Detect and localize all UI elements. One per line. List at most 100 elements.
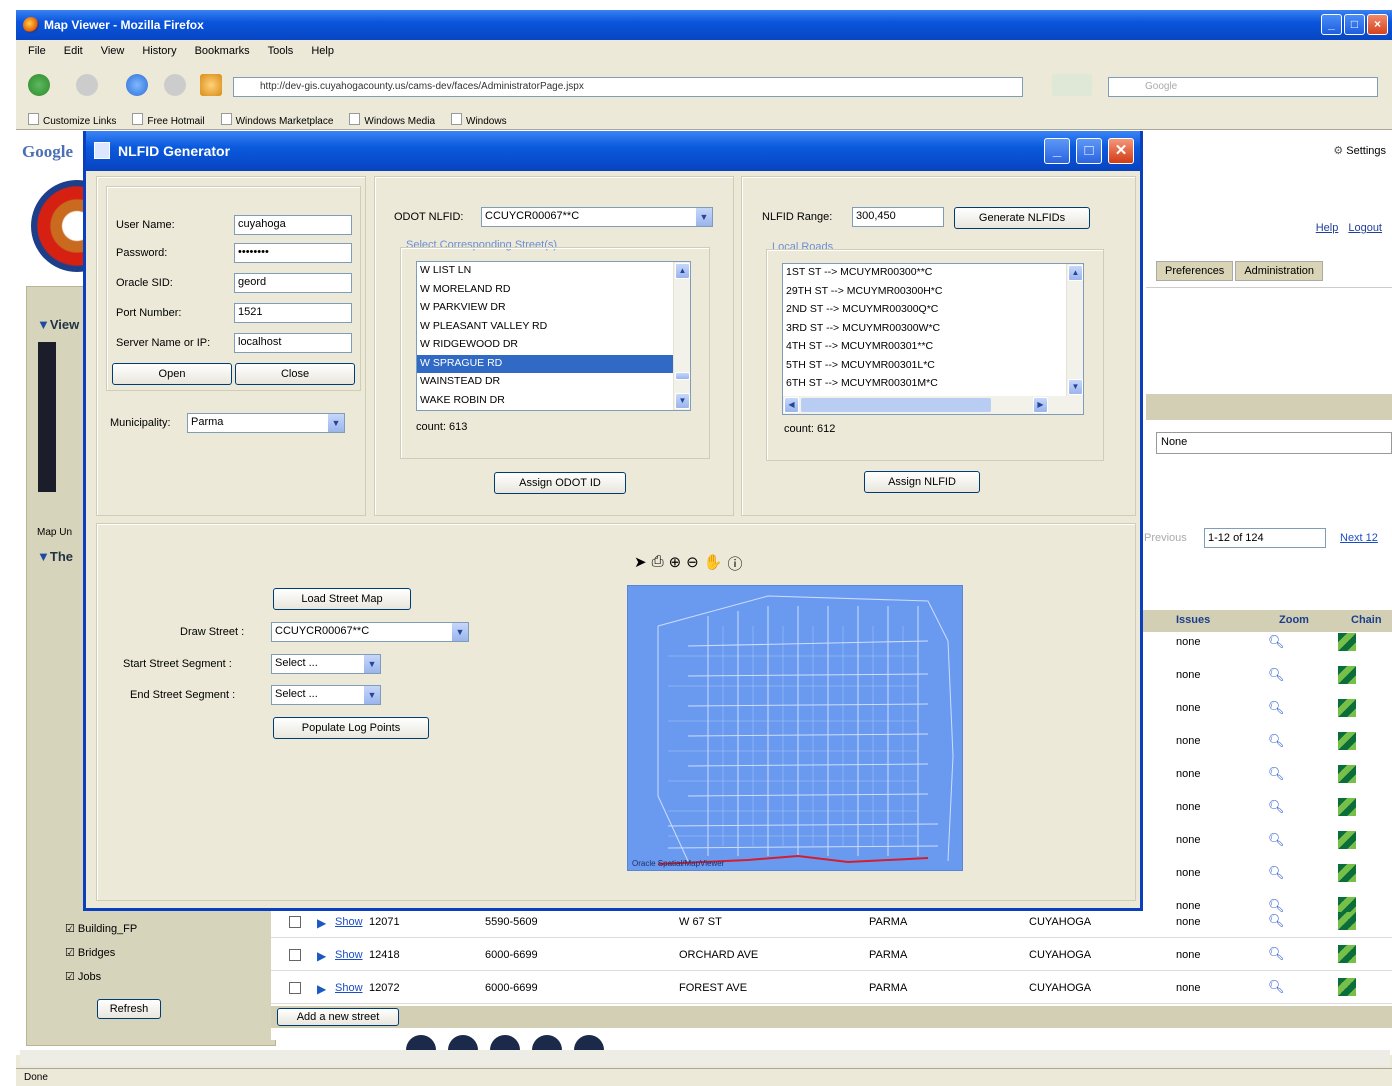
pager-next[interactable]: Next 12 [1340,532,1378,544]
municipality-select[interactable]: Parma ▼ [187,413,345,433]
link-marketplace[interactable]: Windows Marketplace [221,113,334,129]
list-item[interactable]: W PLEASANT VALLEY RD [417,318,690,337]
home-icon[interactable] [200,74,222,96]
row-checkbox[interactable] [289,949,301,961]
chain-icon[interactable] [1338,765,1356,783]
chain-header[interactable]: Chain [1351,614,1382,626]
link-customize[interactable]: Customize Links [28,113,116,129]
forward-icon[interactable] [76,74,98,96]
dialog-close-icon[interactable]: ✕ [1108,138,1134,164]
list-item[interactable]: W RIDGEWOOD DR [417,336,690,355]
chain-icon[interactable] [1338,633,1356,651]
pointer-icon[interactable]: ➤ [634,553,647,574]
oracle-sid-field[interactable]: geord [234,273,352,293]
chain-icon[interactable] [1338,945,1356,963]
close-button[interactable]: Close [235,363,355,385]
view-section-header[interactable]: ▼View [37,317,79,332]
zoom-icon[interactable]: 🔍︎ [1268,799,1285,815]
list-item[interactable]: 3RD ST --> MCUYMR00300W*C [783,320,1083,339]
chain-icon[interactable] [1338,912,1356,930]
list-item[interactable]: 6TH ST --> MCUYMR00301M*C [783,375,1083,394]
zoom-icon[interactable]: 🔍︎ [1268,913,1285,929]
reload-icon[interactable] [126,74,148,96]
scroll-down-icon[interactable]: ▼ [675,393,690,409]
list-item[interactable]: 2ND ST --> MCUYMR00300Q*C [783,301,1083,320]
print-icon[interactable]: ⎙ [652,553,664,574]
zoom-icon[interactable]: 🔍︎ [1268,865,1285,881]
refresh-button[interactable]: Refresh [97,999,161,1019]
zoom-slider[interactable] [38,342,56,492]
roads-hscrollbar[interactable]: ◀ ▶ [783,396,1083,414]
pager-previous[interactable]: Previous [1144,532,1187,544]
link-windows-media[interactable]: Windows Media [349,113,435,129]
list-item[interactable]: 5TH ST --> MCUYMR00301L*C [783,357,1083,376]
assign-odot-button[interactable]: Assign ODOT ID [494,472,626,494]
street-map[interactable]: Oracle Spatial/MapViewer [627,585,963,871]
streets-scrollbar[interactable]: ▲ ▼ [673,262,690,410]
menu-view[interactable]: View [101,45,125,64]
show-link[interactable]: Show [335,982,363,994]
expand-icon[interactable]: ▶ [317,949,326,963]
port-field[interactable]: 1521 [234,303,352,323]
none-select[interactable]: None [1156,432,1392,454]
roads-vscrollbar[interactable]: ▲ ▼ [1066,264,1083,396]
scroll-right-icon[interactable]: ▶ [1033,397,1048,413]
zoom-header[interactable]: Zoom [1279,614,1309,626]
themes-section-header[interactable]: ▼The [37,549,73,564]
menu-tools[interactable]: Tools [268,45,294,64]
scroll-down-icon[interactable]: ▼ [1068,379,1083,395]
expand-icon[interactable]: ▶ [317,982,326,996]
show-link[interactable]: Show [335,916,363,928]
url-bar[interactable]: http://dev-gis.cuyahogacounty.us/cams-de… [233,77,1023,97]
nlfid-range-field[interactable]: 300,450 [852,207,944,227]
generate-nlfids-button[interactable]: Generate NLFIDs [954,207,1090,229]
list-item-selected[interactable]: W SPRAGUE RD [417,354,690,373]
load-street-map-button[interactable]: Load Street Map [273,588,411,610]
close-icon[interactable]: × [1367,14,1388,35]
zoom-icon[interactable]: 🔍︎ [1268,766,1285,782]
zoom-icon[interactable]: 🔍︎ [1268,667,1285,683]
chain-icon[interactable] [1338,831,1356,849]
zoom-icon[interactable]: 🔍︎ [1268,634,1285,650]
open-button[interactable]: Open [112,363,232,385]
horizontal-scrollbar[interactable] [20,1050,1390,1066]
chain-icon[interactable] [1338,666,1356,684]
scroll-up-icon[interactable]: ▲ [675,263,690,279]
scroll-left-icon[interactable]: ◀ [784,397,799,413]
menu-history[interactable]: History [142,45,176,64]
user-name-field[interactable]: cuyahoga [234,215,352,235]
list-item[interactable]: 29TH ST --> MCUYMR00300H*C [783,283,1083,302]
dialog-minimize-icon[interactable]: _ [1044,138,1070,164]
password-field[interactable]: •••••••• [234,243,352,263]
start-segment-select[interactable]: Select ... ▼ [271,654,381,674]
tab-preferences[interactable]: Preferences [1156,261,1234,281]
menu-edit[interactable]: Edit [64,45,83,64]
zoom-icon[interactable]: 🔍︎ [1268,946,1285,962]
dialog-maximize-icon[interactable]: □ [1076,138,1102,164]
chain-icon[interactable] [1338,699,1356,717]
layer-building[interactable]: ☑ Building_FP [65,922,137,935]
expand-icon[interactable]: ▶ [317,916,326,930]
row-checkbox[interactable] [289,982,301,994]
list-item[interactable]: W PARKVIEW DR [417,299,690,318]
odot-nlfid-select[interactable]: CCUYCR00067**C ▼ [481,207,713,227]
maximize-icon[interactable]: □ [1344,14,1365,35]
list-item[interactable]: WAKE ROBIN DR [417,392,690,411]
scroll-up-icon[interactable]: ▲ [1068,265,1083,281]
link-hotmail[interactable]: Free Hotmail [132,113,204,129]
zoom-icon[interactable]: 🔍︎ [1268,700,1285,716]
info-icon[interactable]: ⓘ [727,553,742,574]
layer-jobs[interactable]: ☑ Jobs [65,970,101,983]
chain-icon[interactable] [1338,978,1356,996]
list-item[interactable]: 4TH ST --> MCUYMR00301**C [783,338,1083,357]
zoom-icon[interactable]: 🔍︎ [1268,832,1285,848]
scroll-thumb[interactable] [675,372,690,380]
list-item[interactable]: WAINSTEAD DR [417,373,690,392]
draw-street-select[interactable]: CCUYCR00067**C ▼ [271,622,469,642]
logout-link[interactable]: Logout [1348,222,1382,234]
zoom-icon[interactable]: 🔍︎ [1268,979,1285,995]
chain-icon[interactable] [1338,798,1356,816]
stop-icon[interactable] [164,74,186,96]
zoom-in-icon[interactable]: ⊕ [669,553,682,574]
populate-log-points-button[interactable]: Populate Log Points [273,717,429,739]
